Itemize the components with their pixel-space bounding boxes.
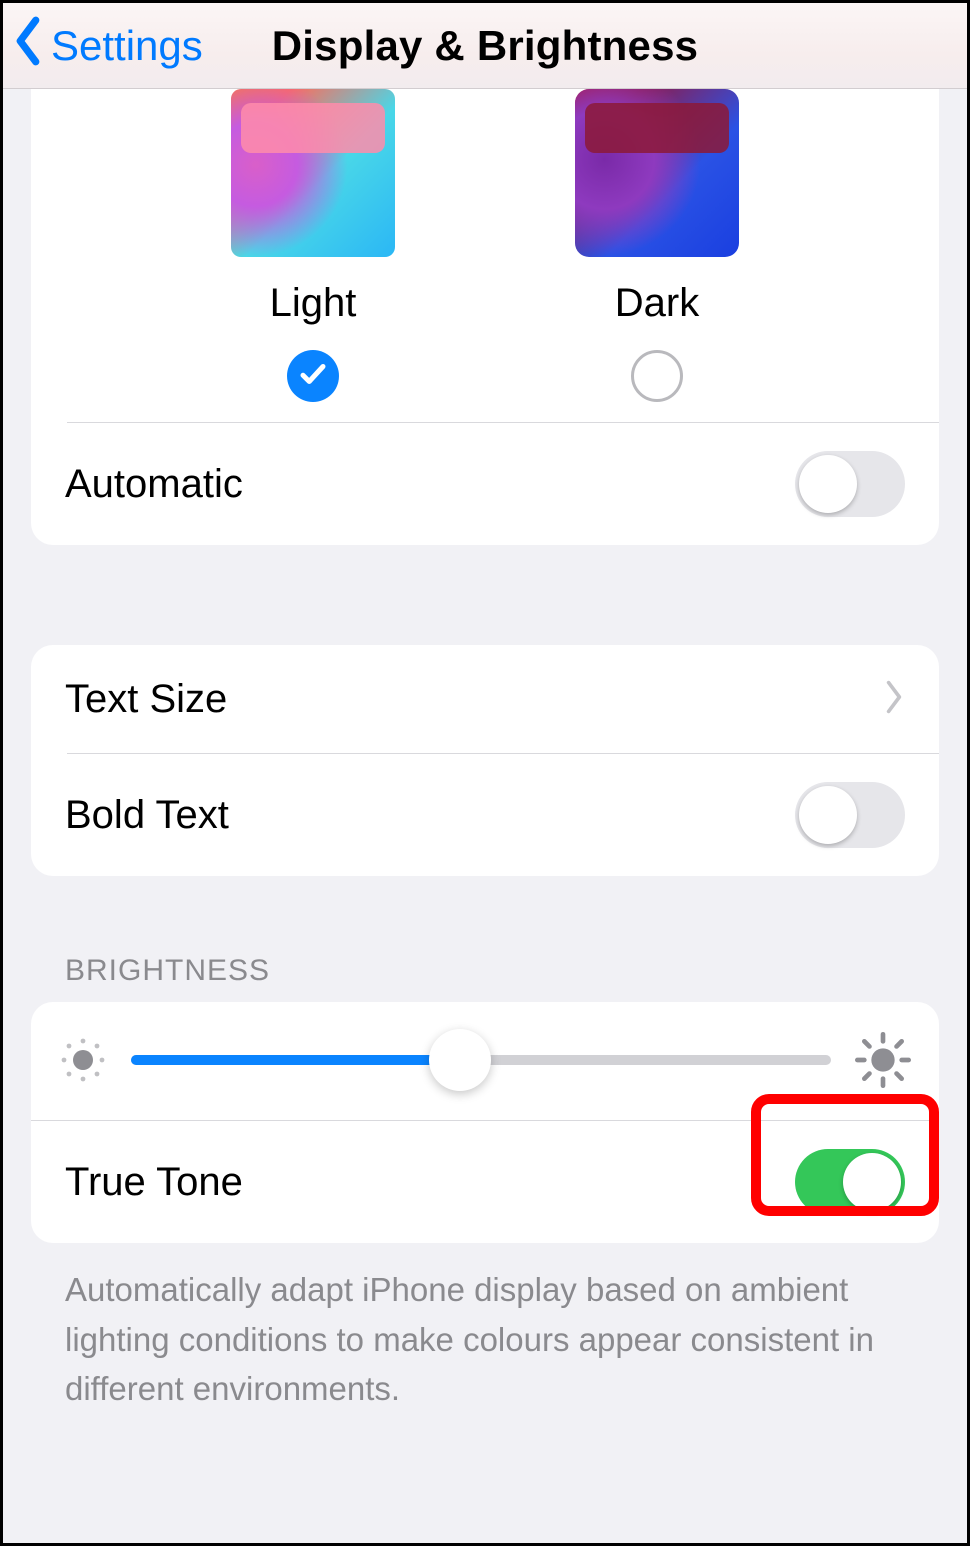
nav-bar: Settings Display & Brightness (3, 3, 967, 89)
dark-label: Dark (615, 281, 699, 326)
bold-text-toggle[interactable] (795, 782, 905, 848)
brightness-slider-thumb[interactable] (429, 1029, 491, 1091)
sun-max-icon (855, 1032, 911, 1088)
appearance-options: Light Dark (31, 89, 939, 422)
chevron-left-icon (9, 15, 47, 77)
brightness-section-header: BRIGHTNESS (65, 954, 967, 988)
appearance-group: Light Dark (31, 89, 939, 545)
true-tone-label: True Tone (65, 1160, 243, 1205)
automatic-toggle[interactable] (795, 451, 905, 517)
light-radio-selected[interactable] (287, 350, 339, 402)
light-label: Light (270, 281, 357, 326)
true-tone-row[interactable]: True Tone (31, 1121, 939, 1243)
dark-radio-unselected[interactable] (631, 350, 683, 402)
checkmark-icon (298, 359, 328, 394)
light-mode-thumbnail (231, 89, 395, 257)
chevron-right-icon (883, 679, 905, 720)
dark-mode-thumbnail (575, 89, 739, 257)
automatic-label: Automatic (65, 462, 243, 507)
bold-text-label: Bold Text (65, 793, 229, 838)
back-label: Settings (51, 22, 203, 70)
brightness-group: True Tone (31, 1002, 939, 1243)
brightness-slider-row (31, 1002, 939, 1120)
sun-min-icon (59, 1036, 107, 1084)
appearance-option-dark[interactable]: Dark (575, 89, 739, 402)
appearance-option-light[interactable]: Light (231, 89, 395, 402)
brightness-slider[interactable] (131, 1055, 831, 1065)
bold-text-row[interactable]: Bold Text (31, 754, 939, 876)
true-tone-footer: Automatically adapt iPhone display based… (65, 1265, 905, 1414)
back-button[interactable]: Settings (9, 3, 203, 89)
page-title: Display & Brightness (272, 22, 698, 70)
text-size-row[interactable]: Text Size (31, 645, 939, 753)
automatic-row[interactable]: Automatic (31, 423, 939, 545)
true-tone-toggle[interactable] (795, 1149, 905, 1215)
text-size-label: Text Size (65, 677, 227, 722)
text-group: Text Size Bold Text (31, 645, 939, 876)
content: Light Dark (3, 89, 967, 1414)
